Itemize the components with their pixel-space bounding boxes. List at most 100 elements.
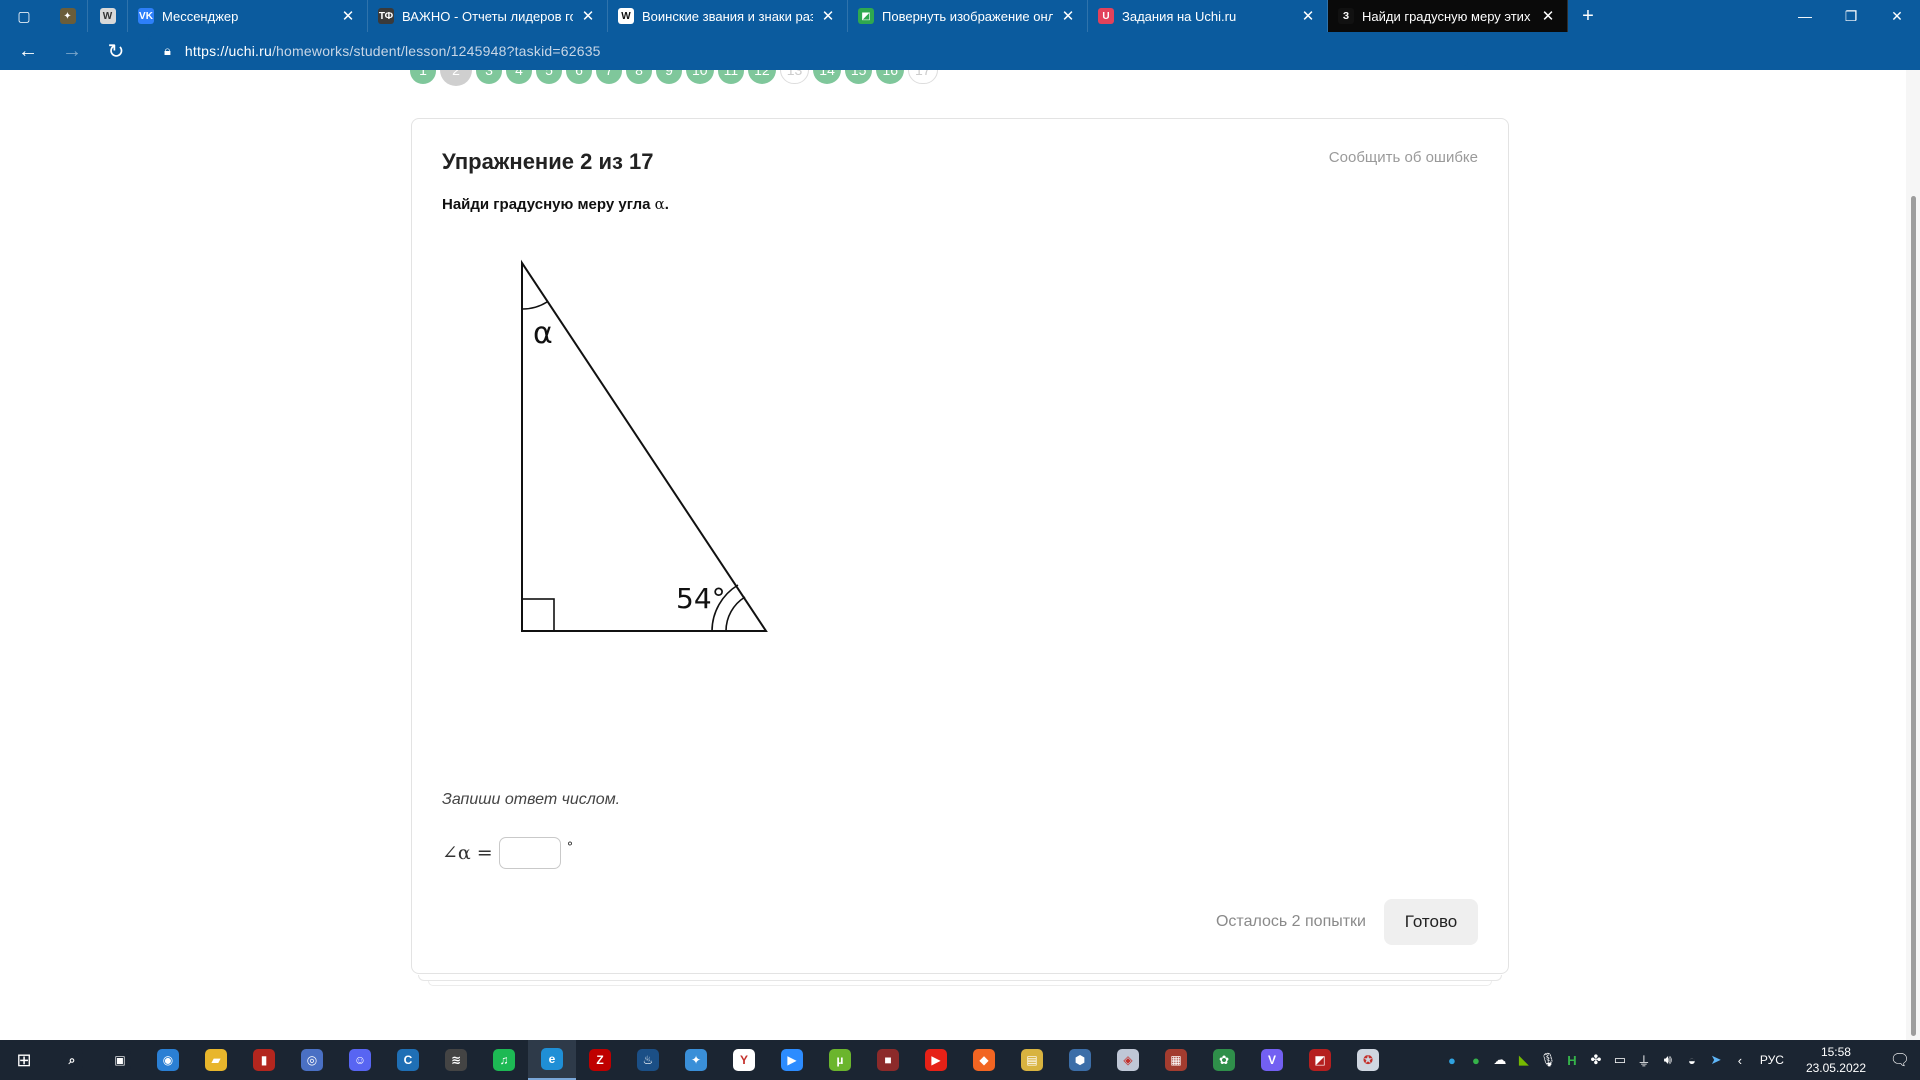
discord-app[interactable]: ☺ bbox=[336, 1040, 384, 1080]
tab-title: ВАЖНО - Отчеты лидеров гос... bbox=[402, 8, 573, 24]
game-app[interactable]: ◩ bbox=[1296, 1040, 1344, 1080]
browser-tab[interactable]: U Задания на Uchi.ru ✕ bbox=[1088, 0, 1328, 32]
answer-input[interactable] bbox=[498, 837, 561, 869]
torrent-app[interactable]: µ bbox=[816, 1040, 864, 1080]
viber-app[interactable]: V bbox=[1248, 1040, 1296, 1080]
gear-app[interactable]: ✿ bbox=[1200, 1040, 1248, 1080]
close-tab-icon[interactable]: ✕ bbox=[1059, 7, 1077, 25]
minecraft-app[interactable]: ▦ bbox=[1152, 1040, 1200, 1080]
pager-item[interactable]: 1 bbox=[410, 70, 436, 84]
browser-tab[interactable]: ◩ Повернуть изображение онлай... ✕ bbox=[848, 0, 1088, 32]
degree-unit: ° bbox=[566, 839, 574, 855]
alpha-arc bbox=[521, 301, 548, 310]
pinned-tab-2[interactable]: W bbox=[88, 0, 128, 32]
refresh-icon[interactable]: ↻ bbox=[94, 32, 138, 70]
cloud-tray-icon[interactable]: ☁ bbox=[1488, 1040, 1512, 1080]
pager-item[interactable]: 15 bbox=[844, 70, 873, 84]
spotify-app[interactable]: ♫ bbox=[480, 1040, 528, 1080]
pager-item[interactable]: 3 bbox=[476, 70, 502, 84]
pager-item[interactable]: 8 bbox=[626, 70, 652, 84]
notifications-icon[interactable]: 🗨︎ bbox=[1880, 1040, 1920, 1080]
close-tab-icon[interactable]: ✕ bbox=[1299, 7, 1317, 25]
vpn-app[interactable]: ◉ bbox=[144, 1040, 192, 1080]
pinned-tab-1[interactable]: ✦ bbox=[48, 0, 88, 32]
stack-app-icon: ≋ bbox=[445, 1049, 467, 1071]
zoom-app[interactable]: ▶ bbox=[768, 1040, 816, 1080]
green-tray-icon[interactable]: ● bbox=[1464, 1040, 1488, 1080]
page-content: 1 2 3 4 5 6 7 8 9 10 11 12 13 14 15 16 17 Упражнение 2 и… bbox=[0, 70, 1920, 1040]
pager-item[interactable]: 4 bbox=[506, 70, 532, 84]
h-tray-icon[interactable]: H bbox=[1560, 1040, 1584, 1080]
pager-item[interactable]: 13 bbox=[779, 70, 810, 84]
search-app[interactable]: ⌕ bbox=[48, 1040, 96, 1080]
tool-app[interactable]: ✦ bbox=[672, 1040, 720, 1080]
maroon-app[interactable]: ■ bbox=[864, 1040, 912, 1080]
volume-icon[interactable]: 🔊︎ bbox=[1656, 1040, 1680, 1080]
pager-item[interactable]: 7 bbox=[596, 70, 622, 84]
steam-app[interactable]: ♨ bbox=[624, 1040, 672, 1080]
pager-item[interactable]: 16 bbox=[876, 70, 905, 84]
start-button[interactable]: ⊞ bbox=[0, 1040, 48, 1080]
pager-item[interactable]: 6 bbox=[566, 70, 592, 84]
edge-dev-app[interactable]: C bbox=[384, 1040, 432, 1080]
pager-item[interactable]: 2 bbox=[440, 70, 472, 86]
browser-tab[interactable]: W Воинские звания и знаки разл... ✕ bbox=[608, 0, 848, 32]
red-app[interactable]: ▮ bbox=[240, 1040, 288, 1080]
orange-app[interactable]: ◆ bbox=[960, 1040, 1008, 1080]
chevron-left-icon[interactable]: ‹ bbox=[1728, 1040, 1752, 1080]
explorer-app[interactable]: ▰ bbox=[192, 1040, 240, 1080]
pager-item[interactable]: 10 bbox=[686, 70, 714, 84]
filezilla-app[interactable]: Z bbox=[576, 1040, 624, 1080]
steam-tray-icon[interactable]: ◒ bbox=[1680, 1040, 1704, 1080]
close-tab-icon[interactable]: ✕ bbox=[819, 7, 837, 25]
close-tab-icon[interactable]: ✕ bbox=[1539, 7, 1557, 25]
url-field[interactable]: 🔒︎ https://uchi.ru/homeworks/student/les… bbox=[148, 36, 1468, 66]
spotify-app-icon: ♫ bbox=[493, 1049, 515, 1071]
wolf-app[interactable]: ✪ bbox=[1344, 1040, 1392, 1080]
cube-app[interactable]: ⬢ bbox=[1056, 1040, 1104, 1080]
pager-item[interactable]: 17 bbox=[908, 70, 938, 84]
youtube-app[interactable]: ▶ bbox=[912, 1040, 960, 1080]
back-icon[interactable]: ← bbox=[6, 32, 50, 70]
pager-item[interactable]: 5 bbox=[536, 70, 562, 84]
tab-title: Воинские звания и знаки разл... bbox=[642, 8, 813, 24]
search-app-icon: ⌕ bbox=[61, 1049, 83, 1071]
edge-tray-icon[interactable]: ● bbox=[1440, 1040, 1464, 1080]
language-indicator[interactable]: РУС bbox=[1752, 1053, 1792, 1067]
scrollbar-thumb[interactable] bbox=[1911, 196, 1916, 1036]
browser-tab[interactable]: З Найди градусную меру этих угл... ✕ bbox=[1328, 0, 1568, 32]
cat-app[interactable]: ◈ bbox=[1104, 1040, 1152, 1080]
tab-list: VK Мессенджер ✕ ТФ ВАЖНО - Отчеты лидеров го… bbox=[128, 0, 1568, 32]
close-tab-icon[interactable]: ✕ bbox=[339, 7, 357, 25]
browser-tab[interactable]: VK Мессенджер ✕ bbox=[128, 0, 368, 32]
new-tab-button[interactable]: + bbox=[1568, 5, 1608, 28]
browser-tab[interactable]: ТФ ВАЖНО - Отчеты лидеров гос... ✕ bbox=[368, 0, 608, 32]
restore-icon[interactable]: ❐ bbox=[1828, 0, 1874, 32]
nvidia-tray-icon[interactable]: ◣ bbox=[1512, 1040, 1536, 1080]
usb-icon[interactable]: ⏚ bbox=[1632, 1040, 1656, 1080]
cog-tray-icon[interactable]: ✤ bbox=[1584, 1040, 1608, 1080]
yandex-app[interactable]: Y bbox=[720, 1040, 768, 1080]
done-button[interactable]: Готово bbox=[1384, 899, 1478, 945]
forward-icon[interactable]: → bbox=[50, 32, 94, 70]
edge-app[interactable]: e bbox=[528, 1040, 576, 1080]
tab-favicon-icon: W bbox=[618, 8, 634, 24]
telegram-tray-icon[interactable]: ➤ bbox=[1704, 1040, 1728, 1080]
stack-app[interactable]: ≋ bbox=[432, 1040, 480, 1080]
pager-item[interactable]: 9 bbox=[656, 70, 682, 84]
network-icon[interactable]: ▭ bbox=[1608, 1040, 1632, 1080]
blue-app[interactable]: ◎ bbox=[288, 1040, 336, 1080]
pager-item[interactable]: 14 bbox=[813, 70, 841, 84]
report-error-link[interactable]: Сообщить об ошибке bbox=[1329, 149, 1478, 166]
address-bar-row: ← → ↻ 🔒︎ https://uchi.ru/homeworks/stude… bbox=[0, 32, 1920, 98]
mic-icon[interactable]: 🎙︎ bbox=[1536, 1040, 1560, 1080]
task-view[interactable]: ▣ bbox=[96, 1040, 144, 1080]
clock[interactable]: 15:58 23.05.2022 bbox=[1792, 1044, 1880, 1076]
close-tab-icon[interactable]: ✕ bbox=[579, 7, 597, 25]
minimize-icon[interactable]: — bbox=[1782, 0, 1828, 32]
pager-item[interactable]: 12 bbox=[748, 70, 776, 84]
close-window-icon[interactable]: ✕ bbox=[1874, 0, 1920, 32]
pager-item[interactable]: 11 bbox=[717, 70, 745, 84]
files-app[interactable]: ▤ bbox=[1008, 1040, 1056, 1080]
tab-actions-icon[interactable]: ▢ bbox=[0, 0, 48, 32]
